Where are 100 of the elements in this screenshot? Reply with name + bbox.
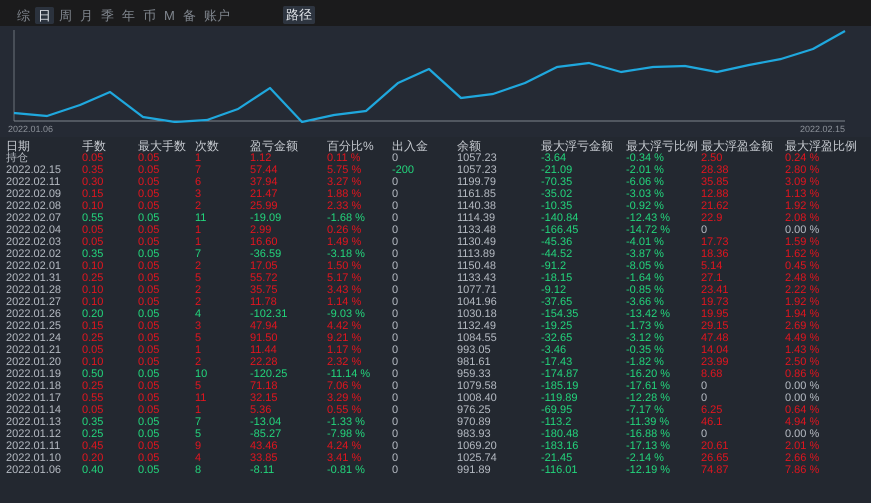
table-cell-text: 2.50 % [785,356,820,368]
table-cell-text: 0 [392,344,400,356]
table-cell-text: 3.27 % [327,176,362,188]
table-cell-text: 0 [392,152,400,164]
table-cell-text: -2.14 % [626,452,665,464]
table-cell-text: 2.22 % [785,284,820,296]
table-cell-text: 2022.01.06 [6,464,62,476]
column-header: 盈亏金额 [250,140,299,152]
table-cell-text: 0.05 [138,380,160,392]
table-cell-text: -200 [392,164,416,176]
table-cell-text: 1.88 % [327,188,362,200]
table-cell-text: 0 [392,308,400,320]
period-tab[interactable]: 备 [180,7,199,24]
table-cell-text: -1.64 % [626,272,665,284]
table-cell-text: 22.9 [701,212,724,224]
table-cell-text: 1.17 % [327,344,362,356]
table-cell-text: -45.36 [541,236,574,248]
table-cell-text: 0.05 [138,368,160,380]
table-cell-text: 5 [195,332,202,344]
table-cell-text: 91.50 [250,332,279,344]
table-cell-text: 5.17 % [327,272,362,284]
table-cell-text: 1057.23 [457,164,498,176]
table-cell-text: 0.05 [138,248,160,260]
table-cell-text: 0 [392,212,400,224]
table-cell-text: 0.05 [138,440,160,452]
period-tab[interactable]: 账户 [200,7,233,24]
table-cell-text: 0.40 [82,464,104,476]
table-cell-text: 57.44 [250,164,279,176]
table-cell-text: 1 [195,152,202,164]
period-tab[interactable]: 月 [77,7,96,24]
table-cell-text: 1150.48 [457,260,497,272]
table-cell-text: 0.05 [138,428,160,440]
table-cell-text: 6 [195,176,202,188]
table-cell-text: 0 [392,416,400,428]
table-cell-text: 1.94 % [785,308,820,320]
table-cell-text: 0 [392,392,400,404]
table-cell-text: 0.00 % [785,428,820,440]
period-tab[interactable]: 币 [140,7,159,24]
table-cell-text: 0 [392,260,400,272]
period-tab[interactable]: 综 [14,7,33,24]
table-cell-text: 0.05 [138,416,160,428]
table-cell-text: 1 [195,404,202,416]
table-cell-text: -4.01 % [626,236,665,248]
table-cell-text: -9.03 % [327,308,366,320]
table-cell-text: -8.11 [250,464,276,476]
table-cell-text: 0.05 [138,392,160,404]
table-cell-text: 0.05 [138,200,160,212]
table-cell-text: -3.66 % [626,296,665,308]
table-cell-text: 10 [195,368,208,380]
period-tab[interactable]: 年 [119,7,138,24]
table-cell-text: 33.85 [250,452,279,464]
column-header: 次数 [195,140,220,152]
period-tab[interactable]: M [161,7,178,24]
period-tab[interactable]: 季 [98,7,117,24]
table-cell-text: 20.61 [701,440,730,452]
table-cell-text: -166.45 [541,224,580,236]
table-cell-text: -69.95 [541,404,574,416]
table-cell-text: 0.25 [82,272,104,284]
table-cell-text: 18.36 [701,248,730,260]
table-cell-text: 25.99 [250,200,279,212]
table-cell-text: 2022.01.18 [6,380,62,392]
table-cell-text: 0.05 [138,236,160,248]
table-cell-text: 0 [392,464,400,476]
table-cell-text: 1.50 % [327,260,362,272]
table-cell-text: 2022.01.26 [6,308,62,320]
period-tab[interactable]: 日 [35,7,54,24]
column-header: 余额 [457,140,482,152]
table-cell-text: 4.49 % [785,332,820,344]
table-cell-text: -12.28 % [626,392,672,404]
table-cell-text: 0 [392,224,400,236]
column-header: 百分比% [327,140,375,152]
table-cell-text: -0.35 % [626,344,665,356]
table-cell-text: 9.21 % [327,332,362,344]
table-cell-text: 5.14 [701,260,724,272]
table-cell-text: 1069.20 [457,440,498,452]
table-cell-text: 1079.58 [457,380,498,392]
table-cell-text: -0.85 % [626,284,665,296]
table-cell-text: 0.05 [138,296,160,308]
table-cell-text: 2022.02.03 [6,236,62,248]
path-button[interactable]: 路径 [282,6,315,24]
table-cell-text: -120.25 [250,368,288,380]
table-cell-text: 0 [392,356,400,368]
table-cell-text: 1113.89 [457,248,496,260]
table-cell-text: 2.50 [701,152,724,164]
table-cell-text: 2.32 % [327,356,362,368]
table-cell-text: -9.12 [541,284,568,296]
table-cell-text: 0.05 [138,308,160,320]
column-header: 日期 [6,140,31,152]
table-cell-text: -1.82 % [626,356,665,368]
column-header: 出入金 [392,140,429,152]
table-cell-text: 2022.02.08 [6,200,62,212]
table-cell-text: 0.05 [138,332,160,344]
period-tab[interactable]: 周 [56,7,75,24]
table-cell-text: -3.12 % [626,332,665,344]
table-cell-text: 43.46 [250,440,279,452]
table-cell-text: 3 [195,320,202,332]
table-cell-text: -174.87 [541,368,580,380]
table-cell-text: 35.85 [701,176,730,188]
table-cell-text: -17.13 % [626,440,672,452]
table-cell-text: -1.33 % [327,416,366,428]
